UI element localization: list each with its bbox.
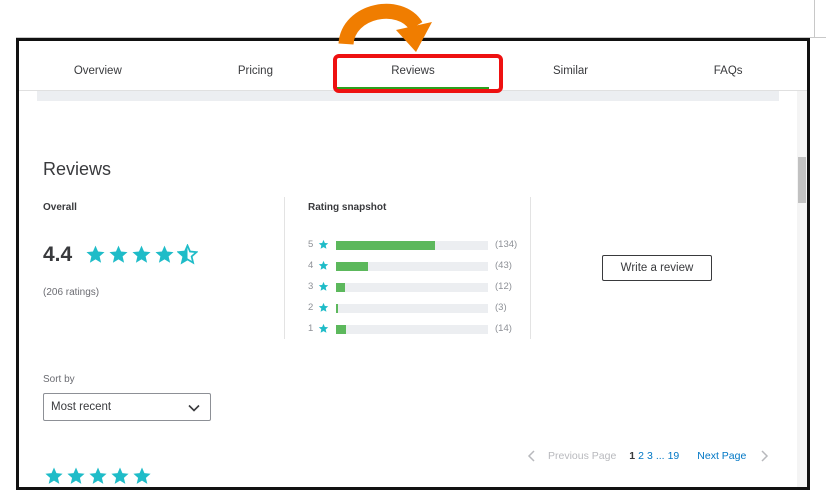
chevron-right-icon[interactable] xyxy=(759,450,769,462)
rating-row-stars-label: 3 xyxy=(308,281,314,292)
chevron-down-icon xyxy=(188,404,200,412)
rating-bar-track xyxy=(336,283,488,292)
rating-row-3[interactable]: 3 (12) xyxy=(308,280,548,294)
star-icon xyxy=(67,467,85,484)
overall-label: Overall xyxy=(43,202,77,213)
scrollbar-thumb[interactable] xyxy=(798,157,806,203)
page-2-link[interactable]: 2 xyxy=(638,450,644,462)
star-icon xyxy=(318,281,329,291)
ratings-count: (206 ratings) xyxy=(43,287,100,298)
rating-bar-track xyxy=(336,325,488,334)
overall-score: 4.4 xyxy=(43,243,73,266)
rating-row-count: (3) xyxy=(495,302,507,313)
star-icon xyxy=(133,467,151,484)
rating-row-count: (12) xyxy=(495,281,512,292)
page-3-link[interactable]: 3 xyxy=(647,450,653,462)
tab-similar[interactable]: Similar xyxy=(492,53,650,90)
pagination-ellipsis: ... xyxy=(655,450,665,462)
tab-pricing[interactable]: Pricing xyxy=(177,53,335,90)
star-icon xyxy=(318,302,329,312)
star-icon xyxy=(318,260,329,270)
page-1-current: 1 xyxy=(629,450,636,462)
rating-row-1[interactable]: 1 (14) xyxy=(308,322,548,336)
rating-bar-fill xyxy=(336,304,338,313)
rating-bar-track xyxy=(336,262,488,271)
rating-bar-fill xyxy=(336,283,345,292)
rating-row-5[interactable]: 5 (134) xyxy=(308,238,548,252)
rating-bar-fill xyxy=(336,241,435,250)
rating-row-count: (134) xyxy=(495,239,518,250)
content-frame: Overview Pricing Reviews Similar FAQs Re… xyxy=(16,38,810,490)
rating-row-stars-label: 5 xyxy=(308,239,314,250)
top-right-divider xyxy=(814,0,815,38)
rating-row-count: (43) xyxy=(495,260,512,271)
star-icon xyxy=(318,239,329,249)
reviews-heading: Reviews xyxy=(43,159,112,179)
tab-faqs[interactable]: FAQs xyxy=(649,53,807,90)
rating-row-count: (14) xyxy=(495,323,512,334)
star-icon xyxy=(155,245,174,263)
first-review-star-rating xyxy=(44,466,152,486)
half-star-icon xyxy=(177,244,198,265)
rating-row-stars-label: 2 xyxy=(308,302,314,313)
rating-bar-track xyxy=(336,304,488,313)
previous-page-link[interactable]: Previous Page xyxy=(548,450,616,462)
rating-bar-track xyxy=(336,241,488,250)
column-divider xyxy=(284,197,285,339)
write-review-button[interactable]: Write a review xyxy=(602,255,712,281)
curved-arrow-icon xyxy=(338,3,432,52)
star-icon xyxy=(89,467,107,484)
star-icon xyxy=(318,323,329,333)
rating-row-4[interactable]: 4 (43) xyxy=(308,259,548,273)
overall-star-rating xyxy=(85,244,198,266)
star-icon xyxy=(109,245,128,263)
star-icon xyxy=(111,467,129,484)
vertical-scrollbar[interactable] xyxy=(797,91,807,487)
sort-select[interactable]: Most recent xyxy=(43,393,211,421)
rating-bar-fill xyxy=(336,262,368,271)
rating-row-2[interactable]: 2 (3) xyxy=(308,301,548,315)
page-19-link[interactable]: 19 xyxy=(668,450,680,462)
star-icon xyxy=(132,245,151,263)
next-page-link[interactable]: Next Page xyxy=(697,450,746,462)
sort-by-label: Sort by xyxy=(43,374,75,385)
rating-row-stars-label: 1 xyxy=(308,323,314,334)
rating-snapshot-label: Rating snapshot xyxy=(308,202,387,213)
chevron-left-icon[interactable] xyxy=(527,450,537,462)
tab-overview[interactable]: Overview xyxy=(19,53,177,90)
sort-selected-value: Most recent xyxy=(51,401,112,413)
star-icon xyxy=(86,245,105,263)
pagination: Previous Page 1 2 3 ... 19 Next Page xyxy=(527,448,769,464)
rating-row-stars-label: 4 xyxy=(308,260,314,271)
rating-bar-fill xyxy=(336,325,346,334)
star-icon xyxy=(45,467,63,484)
